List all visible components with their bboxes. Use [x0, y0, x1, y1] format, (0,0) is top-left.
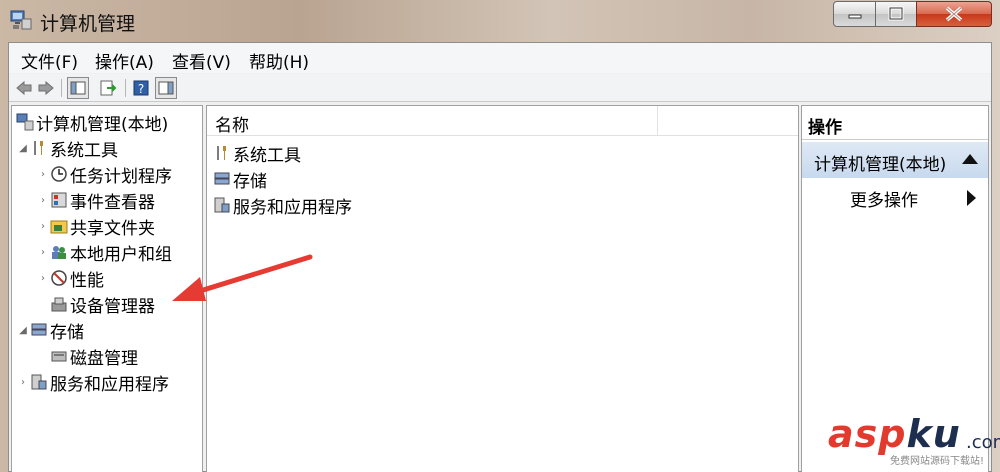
expanded-arrow-icon[interactable]: ◢ — [16, 143, 30, 154]
actions-section-header[interactable]: 计算机管理(本地) — [802, 142, 988, 178]
tree-item-label: 计算机管理(本地) — [36, 114, 169, 135]
tree-item-event-viewer[interactable]: › 事件查看器 — [36, 188, 155, 213]
services-icon — [31, 374, 47, 390]
tree-item-shared-folders[interactable]: › 共享文件夹 — [36, 214, 155, 239]
collapsed-arrow-icon[interactable]: › — [36, 195, 50, 206]
collapse-arrow-icon[interactable] — [962, 154, 978, 164]
tree-item-device-manager[interactable]: 设备管理器 — [50, 292, 155, 317]
event-viewer-icon — [51, 192, 67, 208]
collapsed-arrow-icon[interactable]: › — [36, 247, 50, 258]
column-header-name[interactable]: 名称 — [215, 111, 249, 136]
tree-item-label: 任务计划程序 — [70, 166, 172, 187]
back-icon — [16, 81, 32, 95]
tree-item-local-users[interactable]: › 本地用户和组 — [36, 240, 172, 265]
submenu-arrow-icon[interactable] — [967, 190, 976, 206]
watermark-suffix: .com — [966, 432, 1000, 453]
export-list-icon — [100, 80, 117, 96]
toolbar-separator — [125, 79, 126, 97]
toolbar-separator — [61, 79, 62, 97]
tree-item-label: 存储 — [50, 322, 84, 343]
tree-item-performance[interactable]: › 性能 — [36, 266, 104, 291]
actions-section-label: 计算机管理(本地) — [814, 155, 947, 175]
show-console-tree-button[interactable] — [67, 77, 89, 99]
services-icon — [214, 197, 230, 213]
export-list-button[interactable] — [97, 77, 119, 99]
maximize-icon — [888, 6, 904, 21]
list-item[interactable]: 存储 — [213, 166, 267, 192]
annotation-arrow-icon — [172, 254, 313, 301]
collapsed-arrow-icon[interactable]: › — [36, 221, 50, 232]
help-button[interactable]: ? — [131, 77, 151, 99]
menu-help[interactable]: 帮助(H) — [249, 48, 309, 73]
menu-action[interactable]: 操作(A) — [95, 48, 154, 73]
toolbar: ? — [9, 74, 991, 102]
tree-item-storage[interactable]: ◢ 存储 — [16, 318, 84, 343]
device-manager-icon — [51, 297, 67, 312]
client-area: 文件(F) 操作(A) 查看(V) 帮助(H) ? 计算机管理(本地) ◢ 系统… — [8, 42, 992, 472]
svg-text:?: ? — [138, 82, 144, 96]
watermark-text: aspku — [828, 412, 961, 456]
show-action-pane-icon — [158, 81, 174, 95]
menu-bar: 文件(F) 操作(A) 查看(V) 帮助(H) — [9, 43, 991, 73]
minimize-button[interactable] — [833, 1, 876, 27]
storage-icon — [31, 323, 47, 336]
list-item[interactable]: 系统工具 — [213, 140, 301, 166]
collapsed-arrow-icon[interactable]: › — [16, 377, 30, 388]
tree-item-root[interactable]: 计算机管理(本地) — [16, 110, 169, 135]
actions-header: 操作 — [802, 106, 988, 140]
shared-folder-icon — [50, 220, 68, 234]
tree-item-disk-management[interactable]: 磁盘管理 — [50, 344, 138, 369]
tools-icon — [34, 141, 43, 155]
computer-management-icon — [10, 10, 32, 30]
forward-icon — [38, 81, 54, 95]
tree-item-label: 共享文件夹 — [70, 218, 155, 239]
computer-management-window: 计算机管理 文件(F) 操作(A) 查看(V) 帮助(H) ? 计算机管理(本地… — [0, 0, 1000, 472]
forward-button[interactable] — [37, 77, 55, 99]
menu-file[interactable]: 文件(F) — [21, 48, 78, 73]
list-item-label: 服务和应用程序 — [233, 197, 352, 218]
computer-management-icon — [16, 113, 34, 131]
clock-icon — [51, 166, 67, 182]
tree-item-system-tools[interactable]: ◢ 系统工具 — [16, 136, 118, 161]
tree-item-label: 系统工具 — [50, 140, 118, 161]
show-action-pane-button[interactable] — [155, 77, 177, 99]
list-item[interactable]: 服务和应用程序 — [213, 192, 352, 218]
window-title: 计算机管理 — [40, 13, 136, 35]
show-console-tree-icon — [70, 81, 86, 95]
list-item-label: 系统工具 — [233, 145, 301, 166]
tree-item-label: 事件查看器 — [70, 192, 155, 213]
title-bar[interactable]: 计算机管理 — [0, 0, 1000, 40]
menu-view[interactable]: 查看(V) — [172, 48, 231, 73]
storage-icon — [214, 172, 230, 185]
collapsed-arrow-icon[interactable]: › — [36, 169, 50, 180]
column-divider[interactable] — [657, 106, 658, 136]
more-actions-item[interactable]: 更多操作 — [850, 186, 918, 211]
tree-item-label: 本地用户和组 — [70, 244, 172, 265]
list-item-label: 存储 — [233, 171, 267, 192]
tree-item-label: 设备管理器 — [70, 296, 155, 317]
tree-item-label: 磁盘管理 — [70, 348, 138, 369]
collapsed-arrow-icon[interactable]: › — [36, 273, 50, 284]
minimize-icon — [848, 14, 861, 19]
tree-item-services-apps[interactable]: › 服务和应用程序 — [16, 370, 169, 395]
close-button[interactable] — [916, 1, 992, 27]
maximize-button[interactable] — [875, 1, 917, 27]
expanded-arrow-icon[interactable]: ◢ — [16, 325, 30, 336]
tree-item-label: 性能 — [70, 270, 104, 291]
help-icon: ? — [133, 80, 149, 96]
close-icon — [945, 6, 963, 22]
watermark-logo: aspku .com 免费网站源码下载站! — [828, 412, 1000, 470]
users-icon — [52, 246, 66, 259]
tree-item-task-scheduler[interactable]: › 任务计划程序 — [36, 162, 172, 187]
column-header: 名称 — [207, 106, 798, 136]
actions-title: 操作 — [808, 118, 842, 138]
performance-icon — [51, 270, 67, 286]
disk-icon — [51, 351, 67, 362]
tree-item-label: 服务和应用程序 — [50, 374, 169, 395]
watermark-subtitle: 免费网站源码下载站! — [890, 456, 985, 467]
back-button[interactable] — [15, 77, 33, 99]
tools-icon — [217, 146, 226, 160]
